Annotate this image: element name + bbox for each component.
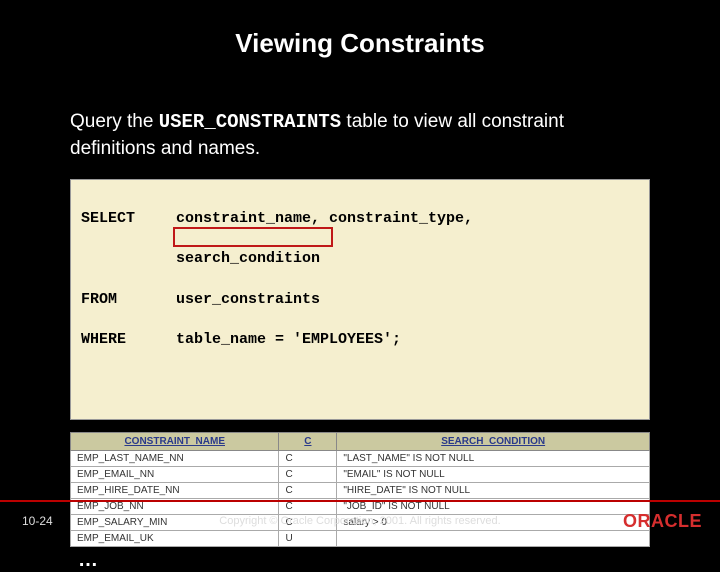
sql-from-val: user_constraints xyxy=(176,291,320,308)
table-row: EMP_EMAIL_NN C "EMAIL" IS NOT NULL xyxy=(71,467,650,483)
cell-c: C xyxy=(279,451,337,467)
cell-cond: "LAST_NAME" IS NOT NULL xyxy=(337,451,650,467)
sql-select-cols2: search_condition xyxy=(176,250,320,267)
oracle-logo: ORACLE xyxy=(623,511,702,532)
sql-select-kw: SELECT xyxy=(81,209,176,229)
sql-select-cols1: constraint_name, constraint_type, xyxy=(176,210,473,227)
sql-where-kw: WHERE xyxy=(81,330,176,350)
table-row: EMP_LAST_NAME_NN C "LAST_NAME" IS NOT NU… xyxy=(71,451,650,467)
cell-cond: "EMAIL" IS NOT NULL xyxy=(337,467,650,483)
th-search-condition: SEARCH_CONDITION xyxy=(337,433,650,451)
copyright-text: Copyright © Oracle Corporation, 2001. Al… xyxy=(219,515,500,527)
cell-cond: "HIRE_DATE" IS NOT NULL xyxy=(337,483,650,499)
sql-from-kw: FROM xyxy=(81,290,176,310)
sql-blank-kw xyxy=(81,249,176,269)
cell-c: C xyxy=(279,483,337,499)
th-constraint-name: CONSTRAINT_NAME xyxy=(71,433,279,451)
cell-name: EMP_EMAIL_NN xyxy=(71,467,279,483)
th-c: C xyxy=(279,433,337,451)
highlight-box xyxy=(173,227,333,247)
content-area: Query the USER_CONSTRAINTS table to view… xyxy=(0,69,720,572)
intro-prefix: Query the xyxy=(70,111,159,132)
table-header-row: CONSTRAINT_NAME C SEARCH_CONDITION xyxy=(71,433,650,451)
cell-c: C xyxy=(279,467,337,483)
ellipsis: … xyxy=(78,549,650,572)
slide-title: Viewing Constraints xyxy=(0,0,720,69)
cell-name: EMP_LAST_NAME_NN xyxy=(71,451,279,467)
sql-where-val: table_name = 'EMPLOYEES'; xyxy=(176,331,401,348)
sql-code-block: SELECTconstraint_name, constraint_type, … xyxy=(70,179,650,420)
table-row: EMP_HIRE_DATE_NN C "HIRE_DATE" IS NOT NU… xyxy=(71,483,650,499)
page-number: 10-24 xyxy=(22,514,53,528)
intro-code: USER_CONSTRAINTS xyxy=(159,111,341,133)
intro-text: Query the USER_CONSTRAINTS table to view… xyxy=(70,109,650,161)
footer: 10-24 Copyright © Oracle Corporation, 20… xyxy=(0,500,720,540)
cell-name: EMP_HIRE_DATE_NN xyxy=(71,483,279,499)
